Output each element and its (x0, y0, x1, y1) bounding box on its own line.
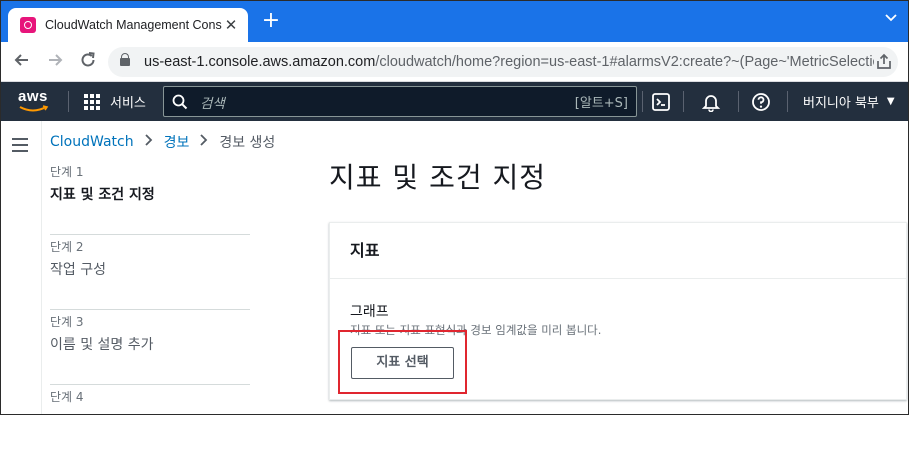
search-shortcut-hint: [알트+S] (574, 96, 628, 111)
wizard-step-1[interactable]: 단계 1 지표 및 조건 지정 (50, 160, 250, 235)
browser-toolbar: us-east-1.console.aws.amazon.com/cloudwa… (0, 42, 909, 82)
step-number: 단계 2 (50, 240, 84, 254)
metric-panel: 지표 그래프 지표 또는 지표 표현식과 경보 임계값을 미리 봅니다. 지표 … (329, 222, 907, 400)
tab-title: CloudWatch Management Cons (45, 18, 222, 32)
apps-grid-icon (84, 93, 100, 110)
forward-arrow-icon[interactable] (43, 50, 67, 74)
chevron-right-icon (144, 134, 154, 150)
header-divider (683, 91, 684, 112)
browser-tab-strip: CloudWatch Management Cons ✕ + (0, 0, 909, 42)
address-bar[interactable]: us-east-1.console.aws.amazon.com/cloudwa… (108, 47, 898, 77)
header-divider (738, 91, 739, 112)
side-navigation-rail (0, 121, 42, 415)
select-metric-button[interactable]: 지표 선택 (351, 347, 454, 379)
panel-header: 지표 (330, 223, 906, 279)
step-title: 이름 및 설명 추가 (50, 337, 154, 353)
breadcrumb-alarms[interactable]: 경보 (164, 132, 190, 152)
header-divider (68, 91, 69, 112)
url-text: us-east-1.console.aws.amazon.com/cloudwa… (144, 54, 874, 70)
wizard-step-4[interactable]: 단계 4 (50, 385, 250, 460)
reload-icon[interactable] (76, 50, 100, 74)
step-number: 단계 1 (50, 165, 84, 179)
step-title: 지표 및 조건 지정 (50, 187, 155, 203)
wizard-steps: 단계 1 지표 및 조건 지정 단계 2 작업 구성 단계 3 이름 및 설명 … (50, 160, 250, 460)
notifications-bell-icon[interactable] (701, 92, 721, 112)
aws-logo[interactable]: aws (18, 88, 54, 114)
breadcrumb-create-alarm: 경보 생성 (219, 135, 276, 151)
menu-hamburger-icon[interactable] (12, 138, 28, 152)
search-placeholder: 검색 (200, 95, 225, 112)
search-icon (172, 94, 188, 109)
page-title: 지표 및 조건 지정 (329, 161, 547, 194)
graph-label: 그래프 (350, 304, 389, 320)
tab-search-chevron-icon[interactable] (881, 10, 901, 30)
step-title: 작업 구성 (50, 262, 106, 278)
wizard-step-3[interactable]: 단계 3 이름 및 설명 추가 (50, 310, 250, 385)
share-icon[interactable] (874, 52, 894, 72)
back-arrow-icon[interactable] (10, 50, 34, 74)
graph-description: 지표 또는 지표 표현식과 경보 임계값을 미리 봅니다. (350, 323, 602, 337)
header-divider (642, 91, 643, 112)
lock-icon (120, 53, 130, 69)
aws-console-header: aws 서비스 검색 [알트+S] 버지니아 북부 ▼ (0, 82, 909, 121)
services-label: 서비스 (110, 96, 146, 111)
caret-down-icon: ▼ (886, 96, 895, 107)
cloudshell-icon[interactable] (651, 92, 671, 112)
wizard-step-2[interactable]: 단계 2 작업 구성 (50, 235, 250, 310)
help-icon[interactable] (751, 92, 771, 112)
new-tab-button[interactable]: + (258, 9, 284, 35)
chevron-right-icon (199, 134, 209, 150)
region-label: 버지니아 북부 (803, 96, 879, 111)
services-menu-button[interactable]: 서비스 (84, 82, 146, 121)
cloudwatch-favicon-icon (20, 17, 36, 33)
breadcrumb-cloudwatch[interactable]: CloudWatch (50, 134, 134, 150)
tab-close-icon[interactable]: ✕ (222, 16, 240, 34)
region-selector[interactable]: 버지니아 북부 ▼ (803, 82, 895, 121)
step-number: 단계 3 (50, 315, 84, 329)
panel-title: 지표 (350, 241, 380, 260)
step-number: 단계 4 (50, 390, 84, 404)
header-divider (787, 91, 788, 112)
breadcrumb: CloudWatch 경보 경보 생성 (50, 132, 275, 152)
search-input[interactable]: 검색 [알트+S] (163, 86, 637, 117)
browser-tab[interactable]: CloudWatch Management Cons ✕ (8, 8, 248, 42)
